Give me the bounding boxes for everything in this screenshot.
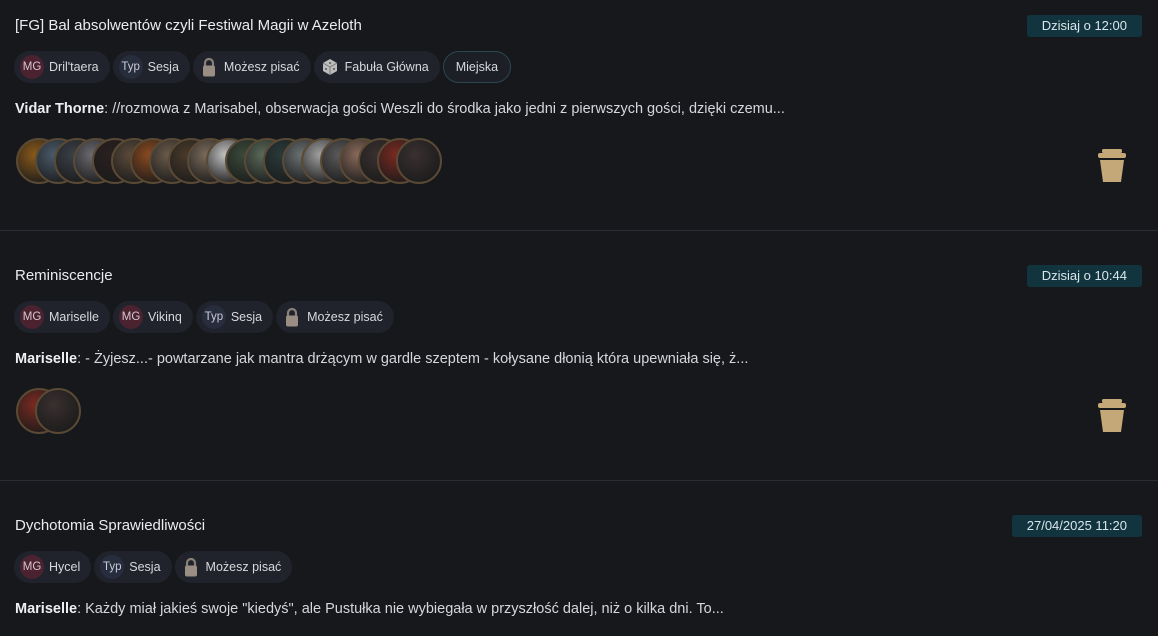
post-author[interactable]: Mariselle	[15, 351, 77, 367]
tag-label: Sesja	[129, 560, 161, 574]
tag-label: Możesz pisać	[205, 560, 282, 574]
padlock-icon	[199, 55, 219, 79]
typ-prefix: Typ	[201, 305, 226, 329]
avatar[interactable]	[396, 138, 442, 184]
post-preview[interactable]: Mariselle: Każdy miał jakieś swoje "kied…	[15, 601, 724, 617]
tag-mg[interactable]: MG Dril'taera	[14, 51, 110, 83]
tag-mg[interactable]: MG Vikinq	[113, 301, 193, 333]
mg-prefix: MG	[20, 305, 44, 329]
typ-prefix: Typ	[100, 555, 125, 579]
tag-label: Miejska	[455, 60, 499, 74]
participant-avatars	[16, 388, 81, 434]
tag-row: MG Dril'taera Typ Sesja Możesz pisać Fabuła G…	[14, 51, 512, 83]
tag-lock[interactable]: Możesz pisać	[174, 551, 293, 583]
post-snippet: : //rozmowa z Marisabel, obserwacja gośc…	[104, 101, 785, 117]
padlock-icon	[282, 305, 302, 329]
date-badge: 27/04/2025 11:20	[1011, 515, 1142, 537]
dice-icon	[320, 55, 340, 79]
mg-prefix: MG	[20, 55, 44, 79]
tag-row: MG Hycel Typ Sesja Możesz pisać	[14, 551, 293, 583]
divider	[0, 480, 1158, 481]
tag-label: Dril'taera	[49, 60, 99, 74]
tag-lock[interactable]: Możesz pisać	[192, 51, 311, 83]
tag-outlined[interactable]: Miejska	[442, 51, 512, 83]
post-snippet: : - Żyjesz...- powtarzane jak mantra drż…	[77, 351, 749, 367]
tag-label: Sesja	[230, 310, 263, 324]
tag-row: MG Mariselle MG Vikinq Typ Sesja Możesz pisać	[14, 301, 394, 333]
padlock-icon	[181, 555, 201, 579]
avatar[interactable]	[35, 388, 81, 434]
post-author[interactable]: Mariselle	[15, 601, 77, 617]
tag-label: Vikinq	[148, 310, 182, 324]
date-badge: Dzisiaj o 10:44	[1026, 265, 1142, 287]
tag-dice[interactable]: Fabuła Główna	[313, 51, 440, 83]
post-author[interactable]: Vidar Thorne	[15, 101, 104, 117]
tag-label: Możesz pisać	[223, 60, 300, 74]
trash-icon[interactable]	[1097, 149, 1127, 183]
tag-typ[interactable]: Typ Sesja	[112, 51, 190, 83]
tag-lock[interactable]: Możesz pisać	[276, 301, 394, 333]
mg-prefix: MG	[119, 305, 144, 329]
mg-prefix: MG	[20, 555, 44, 579]
thread-title[interactable]: Dychotomia Sprawiedliwości	[15, 517, 205, 534]
post-snippet: : Każdy miał jakieś swoje "kiedyś", ale …	[77, 601, 724, 617]
trash-icon[interactable]	[1097, 399, 1127, 433]
tag-typ[interactable]: Typ Sesja	[195, 301, 274, 333]
post-preview[interactable]: Vidar Thorne: //rozmowa z Marisabel, obs…	[15, 101, 785, 117]
thread-title[interactable]: Reminiscencje	[15, 267, 113, 284]
post-preview[interactable]: Mariselle: - Żyjesz...- powtarzane jak m…	[15, 351, 748, 367]
date-badge: Dzisiaj o 12:00	[1026, 15, 1142, 37]
thread-title[interactable]: [FG] Bal absolwentów czyli Festiwal Magi…	[15, 17, 362, 34]
tag-label: Możesz pisać	[307, 310, 383, 324]
tag-mg[interactable]: MG Hycel	[14, 551, 92, 583]
typ-prefix: Typ	[118, 55, 143, 79]
tag-label: Mariselle	[49, 310, 100, 324]
tag-mg[interactable]: MG Mariselle	[14, 301, 111, 333]
divider	[0, 230, 1158, 231]
tag-label: Fabuła Główna	[344, 60, 429, 74]
tag-typ[interactable]: Typ Sesja	[94, 551, 172, 583]
tag-label: Sesja	[147, 60, 179, 74]
participant-avatars	[16, 138, 442, 184]
tag-label: Hycel	[49, 560, 81, 574]
